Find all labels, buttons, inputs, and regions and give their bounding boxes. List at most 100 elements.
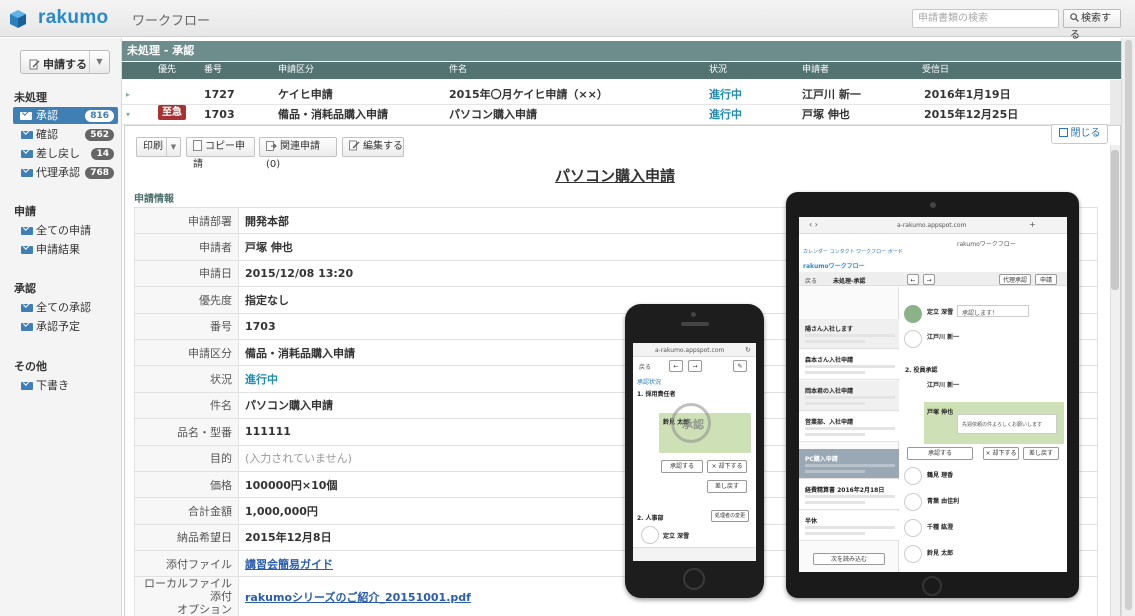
app-window: rakumo ワークフロー 検索する 申請する ▼ 未処理 承認 816 確認 56… — [0, 0, 1135, 616]
approver-avatar — [641, 526, 659, 544]
related-link-icon — [266, 141, 277, 151]
list-scrollbar[interactable] — [1110, 80, 1121, 125]
tablet-approver-e: 鶴見 理香 — [927, 472, 954, 479]
tablet-approver-f: 青葉 由佳利 — [927, 498, 960, 505]
sidebar-item-drafts[interactable]: 下書き — [16, 377, 118, 394]
edit-icon — [349, 140, 360, 151]
phone-send-back-button: 差し戻す — [707, 480, 747, 493]
tablet-send-back-button: 差し戻す — [1023, 447, 1059, 460]
page-scrollbar[interactable] — [1121, 38, 1135, 616]
tablet-module: rakumoワークフロー — [957, 241, 1016, 248]
search-input[interactable] — [912, 9, 1059, 28]
column-header-priority[interactable]: 優先 — [158, 62, 176, 79]
field-label: 状況 — [134, 365, 239, 393]
expand-arrow-icon[interactable]: ▸ — [126, 85, 130, 105]
sidebar-item-label: 承認 — [36, 109, 58, 122]
urgent-badge: 至急 — [158, 105, 186, 120]
field-label: 優先度 — [134, 286, 239, 314]
sidebar-item-all-applications[interactable]: 全ての申請 — [16, 222, 118, 239]
page-scrollbar-thumb[interactable] — [1125, 40, 1132, 610]
sidebar-section-other: その他 — [14, 360, 47, 373]
chevron-down-icon[interactable]: ▼ — [89, 51, 109, 73]
column-header-applicant[interactable]: 申請者 — [802, 62, 829, 79]
sidebar-item-scheduled-approvals[interactable]: 承認予定 — [16, 318, 118, 335]
sidebar-item-label: 承認予定 — [36, 320, 80, 333]
print-button[interactable]: 印刷 ▼ — [136, 137, 181, 157]
approved-avatar — [904, 305, 922, 323]
reload-icon: ↻ — [745, 346, 751, 354]
row-applicant: 戸塚 伸也 — [802, 108, 850, 121]
tablet-comment2: 先週依頼の件よろしくお願いします — [962, 422, 1043, 428]
camera-icon — [691, 312, 696, 317]
sidebar-item-proxy-approval[interactable]: 代理承認 768 — [16, 164, 118, 181]
list-header: 優先 番号 申請区分 件名 状況 申請者 受信日 — [122, 62, 1121, 79]
count-badge: 768 — [85, 167, 114, 179]
sidebar: 申請する ▼ 未処理 承認 816 確認 562 差し戻し 14 代理承認 768 申請… — [0, 38, 122, 616]
column-header-status[interactable]: 状況 — [709, 62, 727, 79]
module-title: ワークフロー — [132, 14, 211, 29]
home-button — [922, 576, 942, 596]
field-label: 申請部署 — [134, 206, 239, 235]
related-applications-button[interactable]: 関連申請 (0) — [259, 137, 337, 170]
field-label: 合計金額 — [134, 497, 239, 525]
list-item: 森本さん入社申請 — [799, 350, 899, 380]
row-received: 2015年12月25日 — [924, 108, 1019, 121]
collapse-arrow-icon[interactable]: ▾ — [126, 105, 130, 125]
tablet-approver-c: 江戸川 新一 — [927, 382, 960, 389]
column-header-category[interactable]: 申請区分 — [278, 62, 314, 79]
sidebar-item-label: 代理承認 — [36, 166, 80, 179]
phone-section-label: 承認状況 — [637, 379, 662, 386]
sidebar-item-all-approvals[interactable]: 全ての承認 — [16, 299, 118, 316]
detail-scrollbar-thumb[interactable] — [1111, 150, 1119, 290]
sidebar-item-confirm[interactable]: 確認 562 — [16, 126, 118, 143]
phone-browser-toolbar — [633, 547, 756, 561]
tablet-approver-g: 千種 紘澄 — [927, 524, 954, 531]
close-detail-button[interactable]: 閉じる — [1051, 124, 1108, 144]
sidebar-item-label: 確認 — [36, 128, 58, 141]
new-application-button[interactable]: 申請する ▼ — [20, 50, 110, 74]
phone-url: a-rakumo.appspot.com — [655, 347, 725, 354]
prev-arrow-icon: ← — [669, 360, 683, 372]
approver-avatar — [904, 467, 922, 485]
list-item: 半休 — [799, 511, 899, 541]
row-category: 備品・消耗品購入申請 — [278, 108, 388, 121]
sidebar-section-pending: 未処理 — [14, 91, 47, 104]
copy-application-button[interactable]: コピー申請 — [186, 137, 255, 170]
field-label: ローカルファイル添付 オプション — [134, 576, 239, 616]
column-header-received[interactable]: 受信日 — [922, 62, 949, 79]
list-item-title: 半休 — [805, 518, 818, 525]
edit-button[interactable]: 編集する — [342, 137, 404, 157]
list-section-title: 未処理 - 承認 — [122, 41, 1121, 61]
mail-icon — [20, 112, 32, 120]
sidebar-item-approval[interactable]: 承認 816 — [13, 107, 118, 124]
sidebar-item-label: 差し戻し — [36, 147, 80, 160]
list-item: 岡本君の入社申請 — [799, 381, 899, 411]
column-header-number[interactable]: 番号 — [204, 62, 222, 79]
copy-icon — [193, 140, 202, 151]
mail-icon — [21, 246, 33, 254]
list-item-title: 森本さん入社申請 — [805, 357, 854, 364]
count-badge: 816 — [85, 110, 114, 122]
new-application-label: 申請する — [43, 58, 87, 71]
table-row[interactable]: ▸ 1727 ケイヒ申請 2015年〇月ケイヒ申請（××） 進行中 江戸川 新一… — [122, 85, 1110, 105]
chevron-down-icon[interactable]: ▼ — [166, 138, 180, 156]
prev-arrow-icon: ← — [907, 274, 919, 285]
phone-screen: a-rakumo.appspot.com ↻ 戻る ← → ✎ 承認状況 1. … — [633, 343, 756, 561]
print-label: 印刷 — [143, 141, 163, 152]
next-arrow-icon: → — [923, 274, 935, 285]
search-button[interactable]: 検索する — [1063, 9, 1121, 41]
approver-avatar — [904, 519, 922, 537]
list-item-title: 経費精算書 2016年2月18日 — [805, 487, 885, 494]
phone-step1: 1. 採用責任者 — [637, 391, 676, 398]
column-header-subject[interactable]: 件名 — [449, 62, 467, 79]
row-number: 1703 — [204, 108, 235, 121]
count-badge: 14 — [91, 148, 114, 160]
tablet-reject-button: × 却下する — [983, 447, 1019, 460]
phone-approve-button: 承認する — [661, 460, 703, 473]
list-item-title: 岡本君の入社申請 — [805, 388, 854, 395]
table-row-selected[interactable]: ▾ 至急 1703 備品・消耗品購入申請 パソコン購入申請 進行中 戸塚 伸也 … — [122, 105, 1110, 125]
field-label: 番号 — [134, 312, 239, 340]
sidebar-item-application-results[interactable]: 申請結果 — [16, 241, 118, 258]
brand-logo-text[interactable]: rakumo — [38, 7, 108, 29]
sidebar-item-sent-back[interactable]: 差し戻し 14 — [16, 145, 118, 162]
